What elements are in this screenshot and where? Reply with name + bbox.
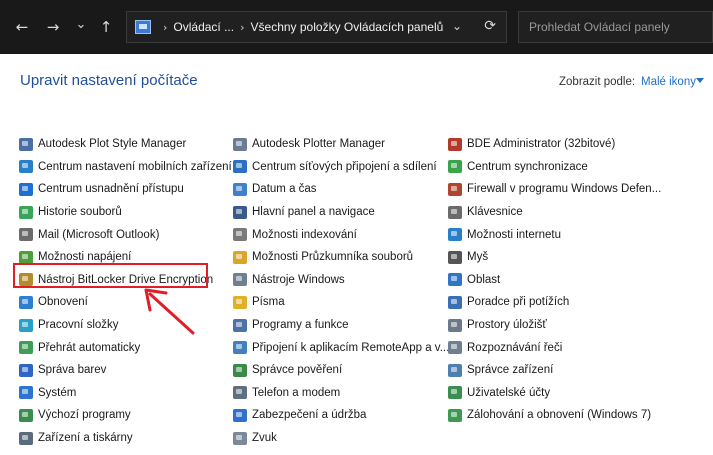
annotation-arrow <box>144 288 195 335</box>
